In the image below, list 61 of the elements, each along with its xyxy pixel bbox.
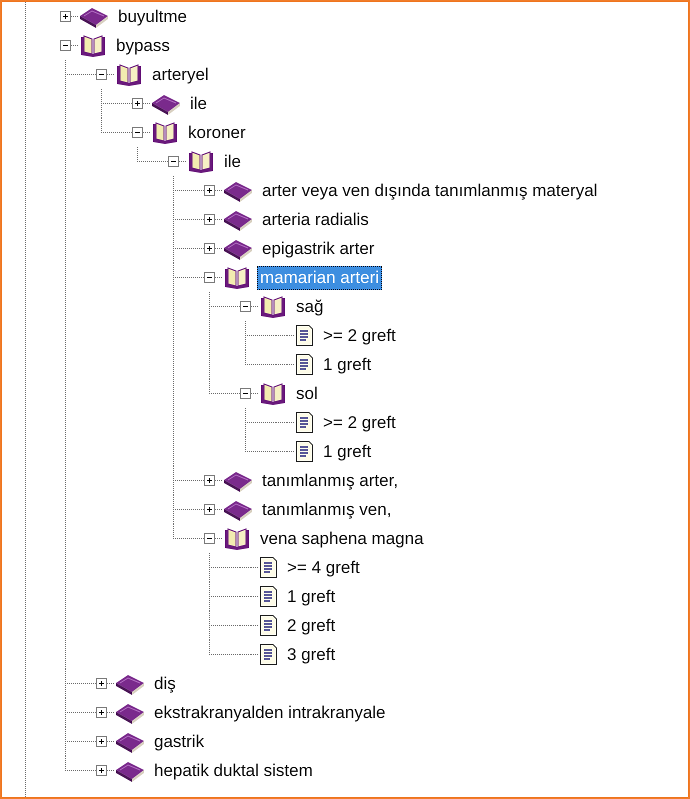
- tree-item-label[interactable]: 3 greft: [284, 642, 338, 666]
- document-icon: [258, 556, 279, 579]
- expand-toggle[interactable]: [96, 678, 107, 689]
- collapse-toggle[interactable]: [168, 156, 179, 167]
- collapse-toggle[interactable]: [96, 69, 107, 80]
- document-icon: [258, 614, 279, 637]
- tree-item-label[interactable]: bypass: [113, 34, 173, 58]
- expand-toggle[interactable]: [204, 475, 215, 486]
- expand-toggle[interactable]: [204, 504, 215, 515]
- tree-item-label[interactable]: 2 greft: [284, 614, 338, 638]
- document-icon: [294, 440, 315, 463]
- open-book-icon: [258, 380, 288, 406]
- tree-item-label[interactable]: buyultme: [115, 4, 190, 28]
- expand-toggle[interactable]: [96, 736, 107, 747]
- tree-item-label[interactable]: hepatik duktal sistem: [151, 758, 316, 782]
- collapse-toggle[interactable]: [204, 272, 215, 283]
- tree-item-label[interactable]: ile: [221, 150, 244, 174]
- collapse-toggle[interactable]: [240, 301, 251, 312]
- document-icon: [294, 353, 315, 376]
- tree-item-label[interactable]: arteryel: [149, 62, 212, 86]
- expand-toggle[interactable]: [204, 214, 215, 225]
- collapse-toggle[interactable]: [132, 127, 143, 138]
- tree-item-label[interactable]: 1 greft: [320, 440, 374, 464]
- open-book-icon: [222, 526, 252, 552]
- document-icon: [294, 411, 315, 434]
- expand-toggle[interactable]: [96, 765, 107, 776]
- tree-item-label[interactable]: >= 2 greft: [320, 410, 399, 434]
- tree-item-label[interactable]: diş: [151, 672, 179, 696]
- tree-item-label[interactable]: tanımlanmış arter,: [259, 468, 402, 492]
- open-book-icon: [186, 148, 216, 174]
- tree-item-label[interactable]: ile: [187, 92, 210, 116]
- expand-toggle[interactable]: [132, 98, 143, 109]
- tree-item-label[interactable]: vena saphena magna: [257, 526, 427, 550]
- open-book-icon: [114, 62, 144, 88]
- tree-item-label[interactable]: koroner: [185, 120, 249, 144]
- tree-item-label[interactable]: tanımlanmış ven,: [259, 498, 394, 522]
- expand-toggle[interactable]: [204, 185, 215, 196]
- collapse-toggle[interactable]: [204, 533, 215, 544]
- expand-toggle[interactable]: [96, 707, 107, 718]
- document-icon: [258, 585, 279, 608]
- document-icon: [258, 643, 279, 666]
- open-book-icon: [78, 32, 108, 58]
- tree-item-label[interactable]: >= 4 greft: [284, 556, 363, 580]
- tree-item-label[interactable]: arteria radialis: [259, 208, 372, 232]
- tree-item-label[interactable]: sağ: [293, 294, 326, 318]
- document-icon: [294, 324, 315, 347]
- expand-toggle[interactable]: [60, 11, 71, 22]
- tree-item-label[interactable]: >= 2 greft: [320, 324, 399, 348]
- tree-item-label[interactable]: 1 greft: [320, 352, 374, 376]
- collapse-toggle[interactable]: [60, 40, 71, 51]
- tree-item-label[interactable]: epigastrik arter: [259, 236, 378, 260]
- open-book-icon: [150, 120, 180, 146]
- open-book-icon: [258, 294, 288, 320]
- tree-item-label[interactable]: arter veya ven dışında tanımlanmış materyal: [259, 178, 600, 202]
- tree-item-label[interactable]: ekstrakranyalden intrakranyale: [151, 700, 389, 724]
- tree-item-label[interactable]: sol: [293, 382, 321, 406]
- tree-item-label[interactable]: 1 greft: [284, 584, 338, 608]
- expand-toggle[interactable]: [204, 243, 215, 254]
- tree-item-label[interactable]: gastrik: [151, 730, 208, 754]
- open-book-icon: [222, 264, 252, 290]
- collapse-toggle[interactable]: [240, 388, 251, 399]
